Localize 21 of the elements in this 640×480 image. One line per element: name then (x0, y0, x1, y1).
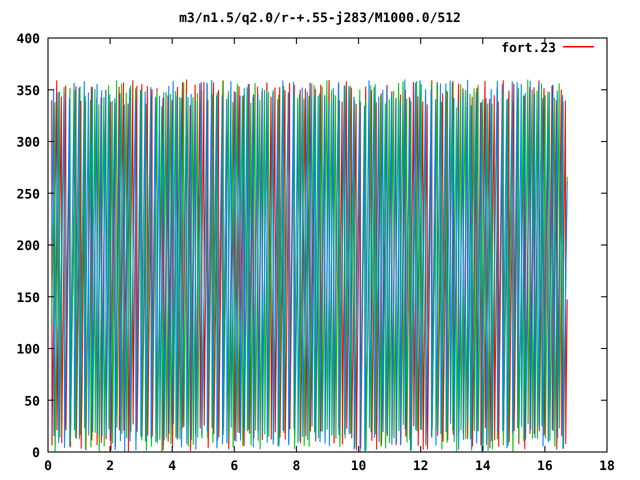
chart-title: m3/n1.5/q2.0/r-+.55-j283/M1000.0/512 (179, 11, 461, 26)
x-tick-label: 16 (537, 459, 553, 474)
y-tick-label: 250 (16, 187, 40, 202)
x-tick-label: 8 (292, 459, 300, 474)
y-tick-label: 0 (32, 446, 40, 461)
x-tick-label: 10 (350, 459, 366, 474)
y-tick-label: 300 (16, 136, 40, 150)
y-tick-label: 150 (16, 290, 40, 306)
x-tick-label: 0 (44, 459, 52, 474)
y-tick-label: 100 (16, 342, 40, 358)
x-tick-label: 14 (474, 459, 491, 474)
x-tick-label: 4 (168, 459, 176, 474)
x-tick-label: 6 (230, 459, 238, 474)
x-tick-label: 2 (106, 459, 114, 474)
y-tick-label: 50 (24, 394, 40, 410)
y-tick-label: 350 (16, 84, 40, 99)
y-tick-label: 200 (16, 239, 40, 254)
x-tick-label: 12 (412, 459, 428, 474)
y-tick-label: 400 (16, 32, 40, 47)
legend-label: fort.23 (501, 41, 556, 56)
x-tick-label: 18 (599, 459, 615, 474)
